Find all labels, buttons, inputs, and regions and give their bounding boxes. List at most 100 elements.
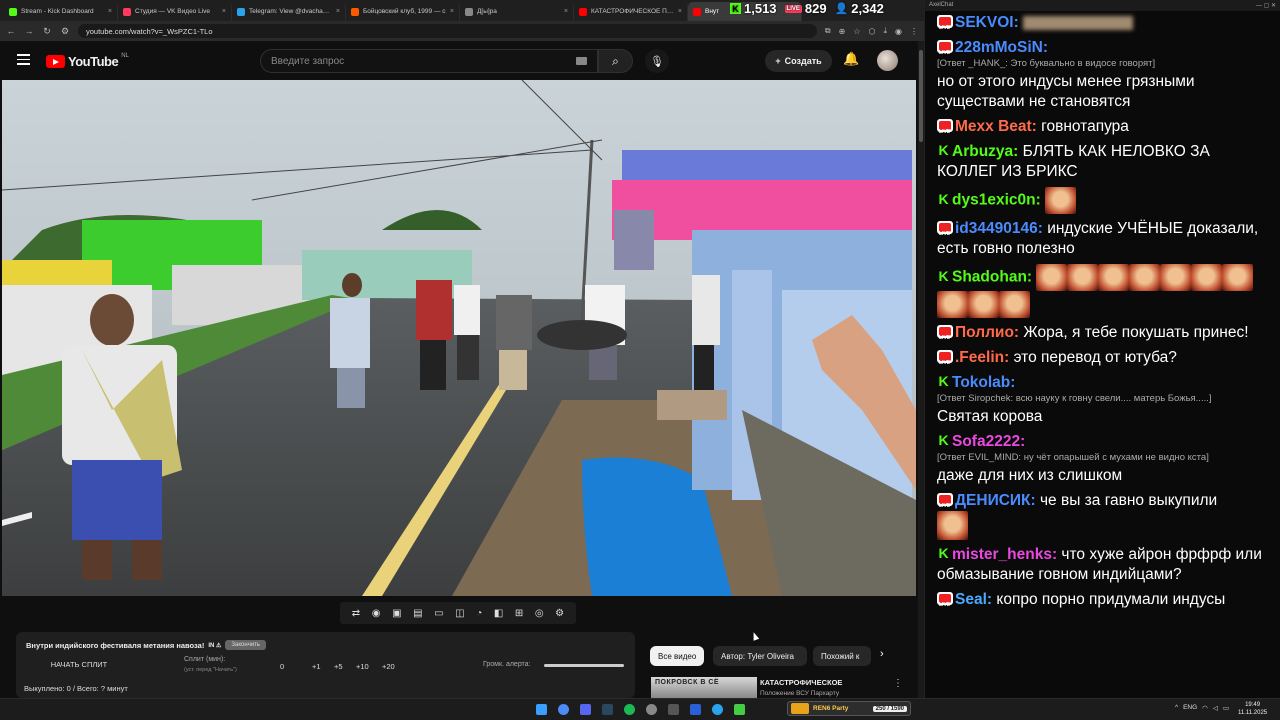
chat-nick[interactable]: id34490146: bbox=[955, 220, 1043, 237]
back-icon[interactable]: ← bbox=[6, 26, 16, 36]
tab-close-icon[interactable]: × bbox=[222, 8, 226, 15]
browser-tab[interactable]: Д[ы]ра × bbox=[460, 2, 574, 21]
clip-icon[interactable]: ▤ bbox=[413, 608, 422, 619]
chat-message: K Sofa2222: [Ответ EVIL_MIND: ну чёт опары… bbox=[925, 430, 1280, 489]
language-indicator[interactable]: ENG bbox=[1183, 704, 1197, 712]
chat-nick[interactable]: Seal: bbox=[955, 591, 992, 608]
theater-icon[interactable]: ▭ bbox=[434, 608, 443, 619]
tab-close-icon[interactable]: × bbox=[678, 8, 682, 15]
site-info-icon[interactable]: ⚙ bbox=[60, 26, 70, 37]
scrollbar-thumb[interactable] bbox=[919, 50, 923, 142]
tab-favicon-icon bbox=[693, 7, 701, 16]
tab-close-icon[interactable]: × bbox=[450, 8, 454, 15]
tab-close-icon[interactable]: × bbox=[108, 8, 112, 15]
settings-gear-icon[interactable]: ⚙ bbox=[555, 608, 564, 619]
split-hint: (уст. перед "Начать") bbox=[184, 667, 237, 673]
forward-icon[interactable]: → bbox=[24, 26, 34, 36]
captions-icon[interactable]: ▣ bbox=[392, 608, 401, 619]
browser-tab[interactable]: Telegram: View @dvachannel × bbox=[232, 2, 346, 21]
add-1-button[interactable]: +1 bbox=[312, 662, 321, 671]
chip-all-videos[interactable]: Все видео bbox=[650, 646, 705, 666]
chat-nick[interactable]: dys1exic0n: bbox=[952, 192, 1041, 209]
taskbar-clock[interactable]: 19:49 11.11.2025 bbox=[1238, 701, 1267, 717]
next-video-title[interactable]: КАТАСТРОФИЧЕСКОЕ bbox=[760, 678, 842, 687]
discord-icon[interactable] bbox=[580, 704, 591, 715]
alert-volume-slider[interactable] bbox=[544, 664, 624, 667]
telegram-icon[interactable] bbox=[712, 704, 723, 715]
battery-icon[interactable]: ▭ bbox=[1223, 704, 1229, 712]
voice-search-button[interactable]: 🎙 bbox=[645, 49, 669, 73]
cast-icon[interactable]: ◧ bbox=[494, 608, 503, 619]
tab-close-icon[interactable]: × bbox=[336, 8, 340, 15]
window-controls[interactable]: — ▢ ✕ bbox=[1256, 2, 1276, 9]
add-20-button[interactable]: +20 bbox=[382, 662, 395, 671]
browser-menu-icon[interactable]: ⋮ bbox=[910, 27, 918, 36]
bookmark-star-icon[interactable]: ☆ bbox=[853, 27, 860, 36]
chat-message: .Feelin: это перевод от ютуба? bbox=[925, 346, 1280, 373]
video-player[interactable]: yes bbox=[2, 80, 916, 596]
chat-nick[interactable]: mister_henks: bbox=[952, 546, 1057, 563]
profile-icon[interactable]: ◉ bbox=[895, 27, 902, 36]
chat-nick[interactable]: Mexx Beat: bbox=[955, 118, 1037, 135]
tab-close-icon[interactable]: × bbox=[564, 8, 568, 15]
browser-tab[interactable]: Студия — VK Видео Live × bbox=[118, 2, 232, 21]
split-value[interactable]: 0 bbox=[280, 662, 284, 671]
chat-nick[interactable]: Поллио: bbox=[955, 324, 1019, 341]
reload-icon[interactable]: ↻ bbox=[42, 26, 52, 37]
wifi-icon[interactable]: ◠ bbox=[1202, 704, 1208, 712]
chevron-right-icon[interactable]: › bbox=[880, 648, 884, 660]
app-icon[interactable] bbox=[668, 704, 679, 715]
zoom-icon[interactable]: ⊕ bbox=[839, 27, 846, 36]
miniplayer-icon[interactable]: ◫ bbox=[455, 608, 464, 619]
obs-icon[interactable] bbox=[646, 704, 657, 715]
chat-nick[interactable]: SEKVOI: bbox=[955, 14, 1019, 31]
donation-goal-widget[interactable]: REN6 Party 250 / 1590 bbox=[787, 701, 911, 716]
browser-tab[interactable]: КАТАСТРОФИЧЕСКОЕ Пор × bbox=[574, 2, 688, 21]
notifications-bell-icon[interactable]: 🔔 bbox=[843, 51, 859, 67]
more-options-icon[interactable]: ⋮ bbox=[893, 678, 903, 689]
chip-author[interactable]: Автор: Tyler Oliveira bbox=[713, 646, 807, 666]
search-button[interactable]: ⌕ bbox=[598, 49, 633, 73]
extensions-icon[interactable]: ⬡ bbox=[868, 27, 875, 36]
volume-icon[interactable]: ◁ bbox=[1213, 704, 1218, 712]
chat-nick[interactable]: Arbuzya: bbox=[952, 143, 1018, 160]
loop-icon[interactable]: ⇄ bbox=[352, 608, 360, 619]
chat-emote bbox=[1098, 264, 1130, 291]
install-icon[interactable]: ⧉ bbox=[825, 26, 831, 36]
browser-tab[interactable]: Stream - Kick Dashboard × bbox=[4, 2, 118, 21]
keyboard-icon[interactable] bbox=[576, 57, 587, 65]
chat-nick[interactable]: Sofa2222: bbox=[952, 433, 1025, 450]
chat-nick[interactable]: Tokolab: bbox=[952, 374, 1015, 391]
chat-nick[interactable]: .Feelin: bbox=[955, 349, 1009, 366]
create-button[interactable]: + Создать bbox=[765, 50, 832, 72]
avatar[interactable] bbox=[877, 50, 898, 71]
download-icon[interactable]: ⤓ bbox=[883, 26, 887, 36]
chrome-icon[interactable] bbox=[558, 704, 569, 715]
search-input[interactable]: Введите запрос bbox=[260, 49, 598, 73]
chat-nick[interactable]: 228mMoSiN: bbox=[955, 39, 1048, 56]
player-app-icon[interactable] bbox=[690, 704, 701, 715]
add-icon[interactable]: ⊞ bbox=[515, 608, 523, 619]
screenshot-icon[interactable]: ◎ bbox=[535, 608, 544, 619]
address-bar[interactable]: youtube.com/watch?v=_WsPZC1-TLo bbox=[78, 24, 817, 38]
steam-icon[interactable] bbox=[602, 704, 613, 715]
chat-nick[interactable]: Shadohan: bbox=[952, 269, 1032, 286]
finish-button[interactable]: Закончить bbox=[225, 640, 267, 650]
youtube-logo[interactable]: YouTube NL bbox=[46, 53, 129, 69]
add-5-button[interactable]: +5 bbox=[334, 662, 343, 671]
add-10-button[interactable]: +10 bbox=[356, 662, 369, 671]
start-icon[interactable] bbox=[536, 704, 547, 715]
audio-icon[interactable]: ◉ bbox=[372, 608, 381, 619]
start-split-button[interactable]: НАЧАТЬ СПЛИТ bbox=[24, 660, 134, 674]
spotify-icon[interactable] bbox=[624, 704, 635, 715]
youtube-live-badge-icon bbox=[937, 493, 953, 516]
next-video-thumbnail[interactable]: ПОКРОВСК В СЁ bbox=[651, 677, 757, 698]
browser-tab[interactable]: Бойцовский клуб, 1999 — с × bbox=[346, 2, 460, 21]
tool-app-icon[interactable] bbox=[734, 704, 745, 715]
chat-nick[interactable]: ДЕНИСИК: bbox=[955, 492, 1036, 509]
chip-similar[interactable]: Похожий к bbox=[813, 646, 871, 666]
tray-expand-icon[interactable]: ^ bbox=[1175, 704, 1178, 712]
speed-icon[interactable]: ◔ bbox=[476, 608, 482, 619]
chat-emote bbox=[1067, 264, 1099, 291]
hamburger-menu-icon[interactable] bbox=[17, 54, 30, 65]
